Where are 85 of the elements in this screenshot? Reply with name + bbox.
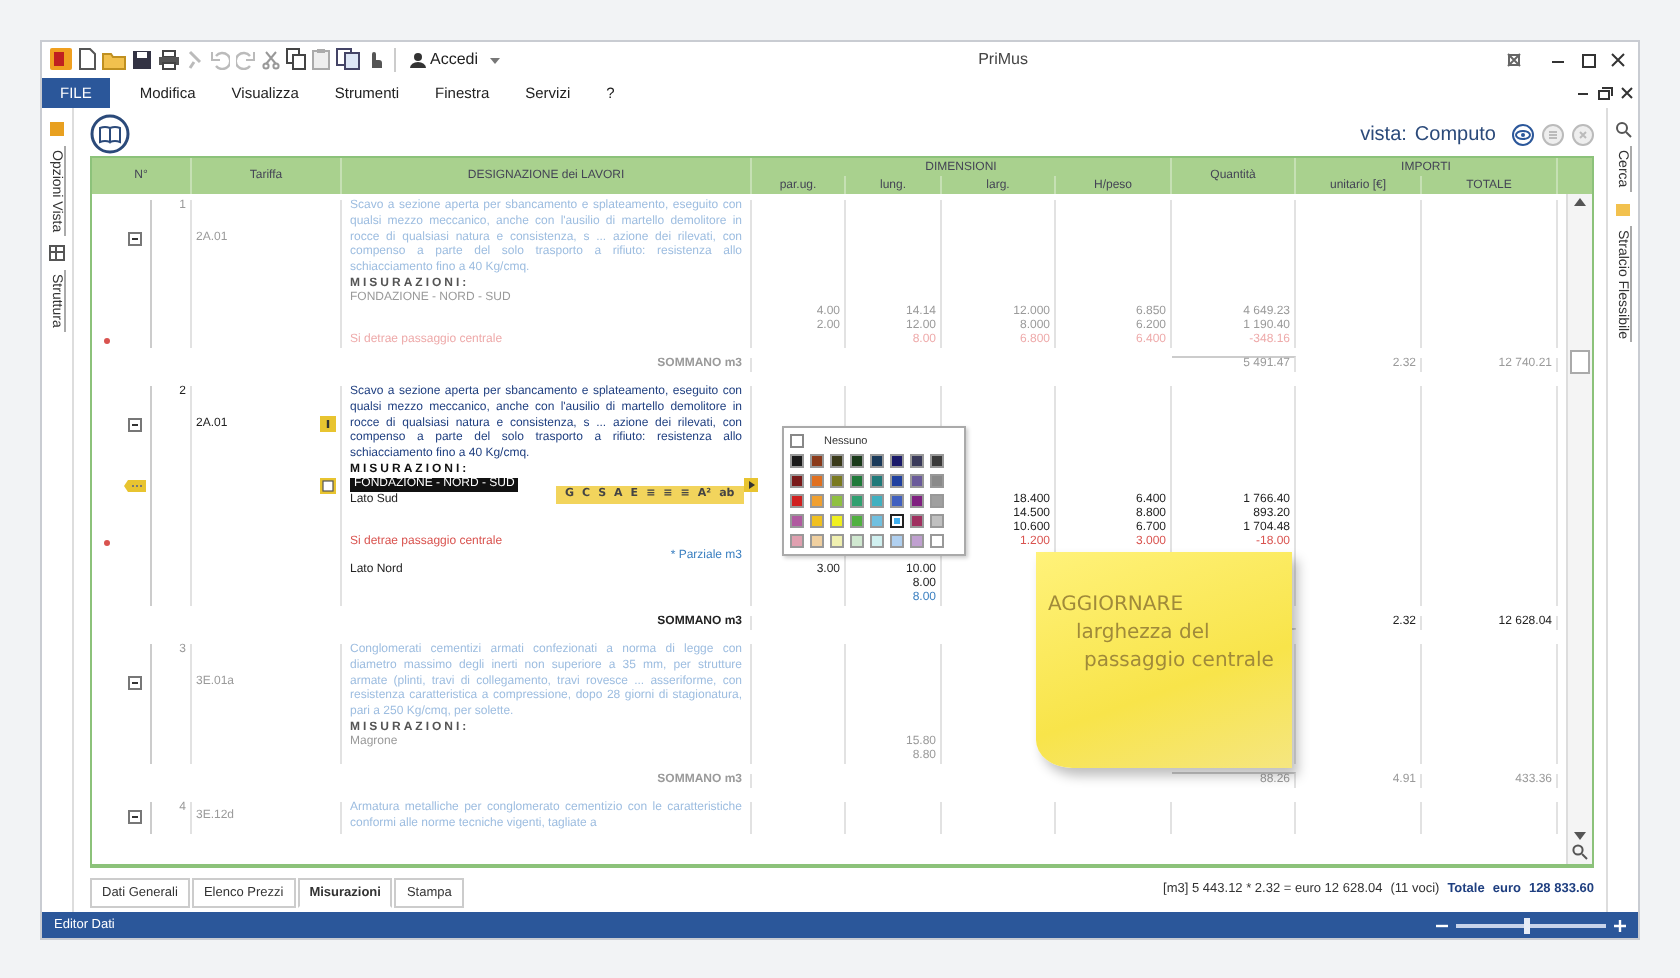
scroll-down-icon[interactable] <box>1574 832 1586 840</box>
color-swatch[interactable] <box>870 494 884 508</box>
info-icon[interactable] <box>320 416 336 433</box>
view-value: Computo <box>1414 123 1496 145</box>
color-swatch[interactable] <box>890 474 904 488</box>
zoom-out-icon[interactable] <box>1436 919 1448 931</box>
expand-arrow-icon[interactable] <box>744 477 758 492</box>
color-swatch[interactable] <box>850 454 864 468</box>
color-swatch[interactable] <box>890 534 904 548</box>
color-swatch[interactable] <box>810 534 824 548</box>
color-swatch[interactable] <box>870 534 884 548</box>
window-title: PriMus <box>976 50 1030 68</box>
color-swatch[interactable] <box>790 454 804 468</box>
collapse-icon[interactable] <box>128 231 142 246</box>
color-swatch[interactable] <box>870 514 884 528</box>
clipboard-icon[interactable] <box>336 48 360 70</box>
zoom-slider-thumb[interactable] <box>1524 917 1531 933</box>
color-swatch[interactable] <box>850 474 864 488</box>
dropdown-icon[interactable] <box>488 53 503 65</box>
color-swatch[interactable] <box>870 474 884 488</box>
color-swatch[interactable] <box>870 454 884 468</box>
color-swatch[interactable] <box>910 454 924 468</box>
app-logo-icon[interactable] <box>50 48 72 70</box>
save-icon[interactable] <box>132 49 152 69</box>
tag-icon[interactable] <box>124 479 146 492</box>
color-swatch[interactable] <box>790 474 804 488</box>
color-swatch[interactable] <box>850 494 864 508</box>
eye-icon[interactable] <box>1512 123 1534 145</box>
no-color-swatch[interactable] <box>790 434 804 448</box>
color-swatch[interactable] <box>910 534 924 548</box>
color-swatch[interactable] <box>890 514 904 528</box>
color-swatch[interactable] <box>810 494 824 508</box>
note-icon[interactable] <box>320 477 336 494</box>
color-swatch[interactable] <box>930 474 944 488</box>
book-icon[interactable] <box>90 114 130 154</box>
color-swatch[interactable] <box>930 514 944 528</box>
color-swatch[interactable] <box>850 514 864 528</box>
color-swatch[interactable] <box>910 494 924 508</box>
color-swatch[interactable] <box>910 514 924 528</box>
color-swatch[interactable] <box>830 534 844 548</box>
scroll-up-icon[interactable] <box>1574 198 1586 206</box>
color-swatch[interactable] <box>810 474 824 488</box>
color-swatch[interactable] <box>790 494 804 508</box>
undo-icon[interactable] <box>210 49 230 69</box>
copy-icon[interactable] <box>286 48 306 70</box>
hand-icon[interactable] <box>366 48 384 70</box>
redo-icon[interactable] <box>236 49 256 69</box>
note-text: AGGIORNARE <box>1048 592 1186 620</box>
collapse-icon[interactable] <box>128 675 142 690</box>
close-icon[interactable] <box>1606 49 1630 69</box>
color-swatch[interactable] <box>810 454 824 468</box>
grid-icon[interactable] <box>48 244 66 263</box>
close-icon[interactable] <box>1616 83 1638 101</box>
color-swatch[interactable] <box>830 514 844 528</box>
color-swatch[interactable] <box>790 534 804 548</box>
color-swatch[interactable] <box>890 454 904 468</box>
color-swatch[interactable] <box>910 474 924 488</box>
color-swatch[interactable] <box>830 494 844 508</box>
color-swatch[interactable] <box>930 454 944 468</box>
printer-icon[interactable] <box>158 49 180 69</box>
collapse-icon[interactable] <box>128 417 142 432</box>
maximize-icon[interactable] <box>1576 49 1600 69</box>
scrollbar-thumb[interactable] <box>1570 350 1590 374</box>
color-swatch[interactable] <box>890 494 904 508</box>
list-icon[interactable] <box>1542 123 1564 145</box>
sign-in-button[interactable]: Accedi <box>406 50 483 68</box>
note-text: larghezza del <box>1074 620 1212 648</box>
restore-icon[interactable] <box>1594 83 1616 101</box>
view-label: vista: <box>1360 123 1407 145</box>
color-swatch[interactable] <box>850 534 864 548</box>
color-swatch[interactable] <box>790 514 804 528</box>
marker-dot <box>103 337 109 344</box>
marker-dot <box>103 539 109 546</box>
color-swatch[interactable] <box>830 454 844 468</box>
collapse-icon[interactable] <box>128 810 142 825</box>
color-swatch[interactable] <box>810 514 824 528</box>
color-swatch[interactable] <box>830 474 844 488</box>
color-swatch[interactable] <box>930 494 944 508</box>
color-swatch[interactable] <box>930 534 944 548</box>
user-icon <box>410 51 426 67</box>
note-text: passaggio centrale <box>1082 648 1276 676</box>
new-document-icon[interactable] <box>78 48 96 70</box>
zoom-icon[interactable] <box>1572 844 1588 860</box>
zoom-in-icon[interactable] <box>1614 919 1626 931</box>
search-icon[interactable] <box>1614 120 1632 138</box>
